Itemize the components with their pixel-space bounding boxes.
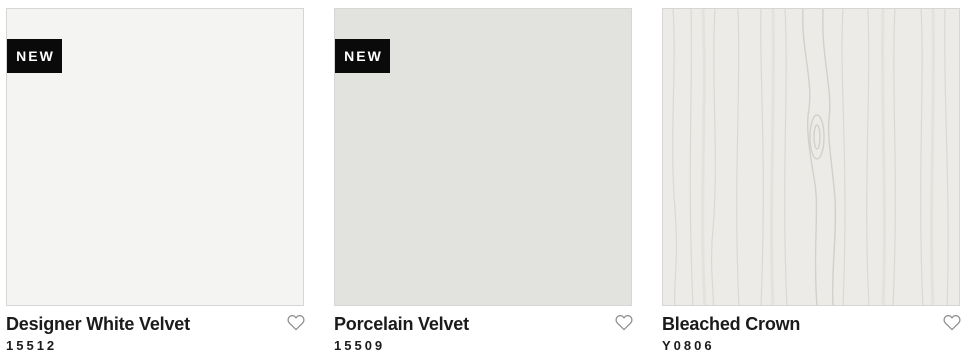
product-name[interactable]: Designer White Velvet	[6, 313, 304, 335]
heart-outline-icon[interactable]	[287, 314, 305, 331]
product-card[interactable]: Bleached Crown Y0806	[662, 8, 961, 354]
product-card[interactable]: NEW Designer White Velvet 15512	[6, 8, 305, 354]
product-code: Y0806	[662, 338, 715, 353]
product-meta: Designer White Velvet	[6, 313, 305, 335]
product-swatch[interactable]	[662, 8, 960, 306]
product-name[interactable]: Bleached Crown	[662, 313, 960, 335]
product-meta: Bleached Crown	[662, 313, 961, 335]
product-card[interactable]: NEW Porcelain Velvet 15509	[334, 8, 633, 354]
product-code: 15512	[6, 338, 58, 353]
product-swatch[interactable]: NEW	[334, 8, 632, 306]
product-code: 15509	[334, 338, 386, 353]
product-swatch[interactable]: NEW	[6, 8, 304, 306]
new-badge: NEW	[7, 39, 62, 73]
woodgrain-texture	[663, 9, 959, 305]
heart-outline-icon[interactable]	[615, 314, 633, 331]
product-name[interactable]: Porcelain Velvet	[334, 313, 632, 335]
product-meta: Porcelain Velvet	[334, 313, 633, 335]
heart-outline-icon[interactable]	[943, 314, 961, 331]
new-badge: NEW	[335, 39, 390, 73]
